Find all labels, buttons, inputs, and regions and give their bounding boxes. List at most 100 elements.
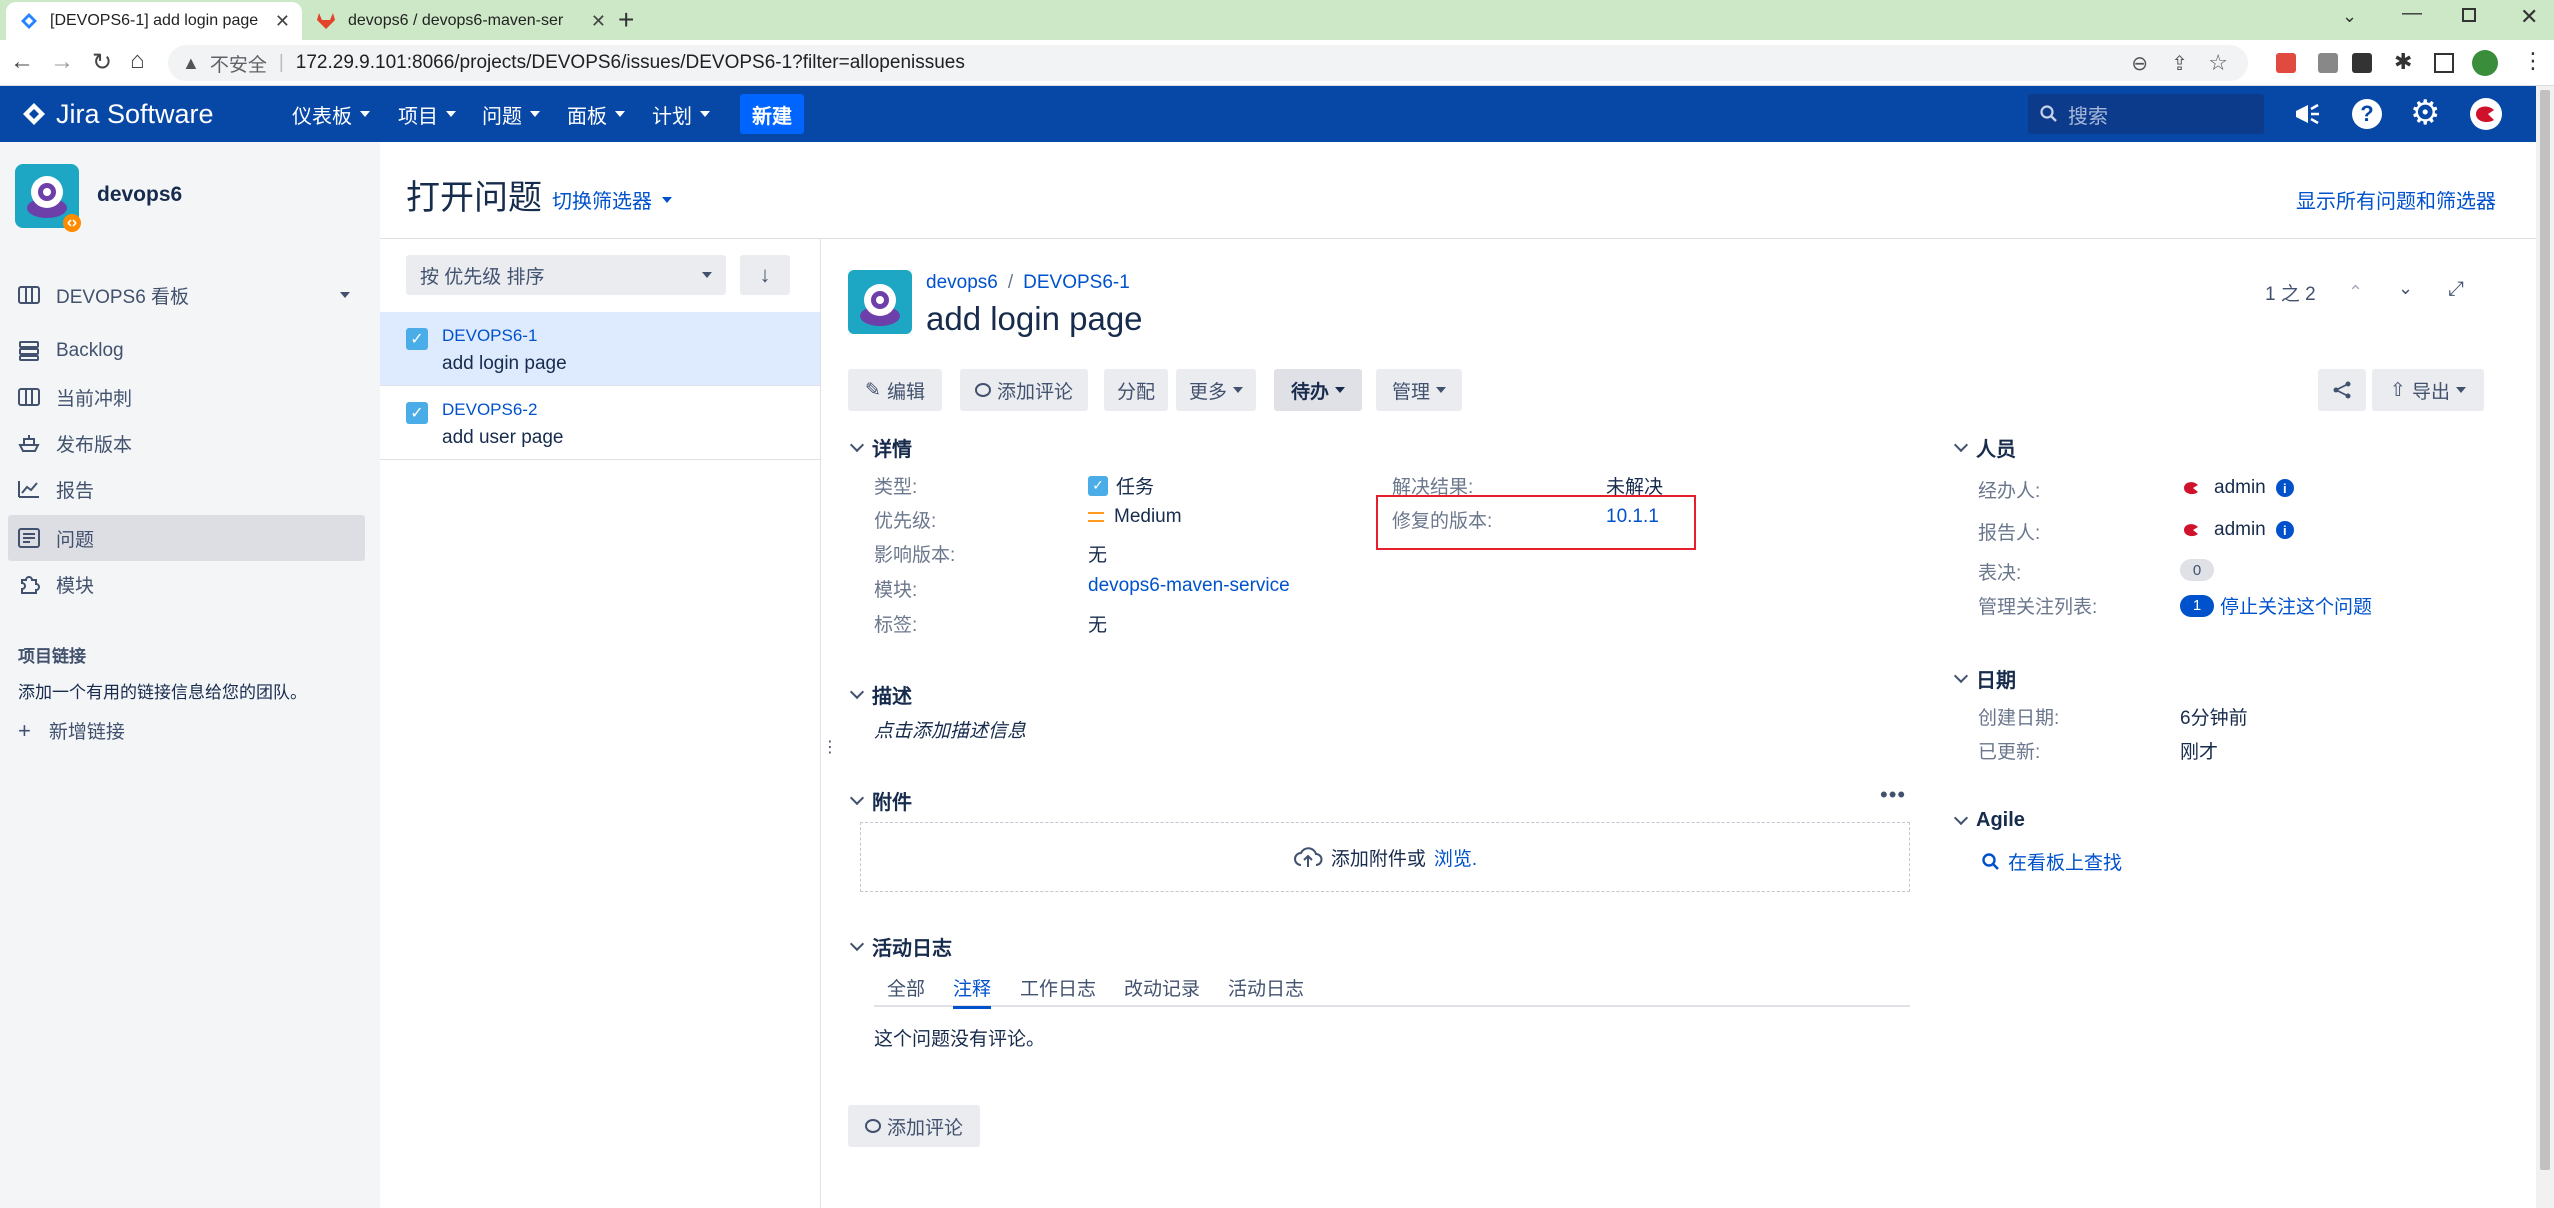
breadcrumb-issue-key[interactable]: DEVOPS6-1	[1023, 272, 1130, 294]
search-input[interactable]: 搜索	[2028, 94, 2264, 134]
browse-link[interactable]: 浏览.	[1434, 844, 1477, 871]
page-scrollbar[interactable]	[2536, 86, 2554, 1208]
priority-value[interactable]: Medium	[1088, 506, 1182, 528]
home-icon[interactable]: ⌂	[130, 47, 145, 75]
labels-value[interactable]: 无	[1088, 610, 1107, 637]
forward-icon[interactable]: →	[50, 48, 74, 76]
prev-issue-icon[interactable]: ⌃	[2348, 282, 2363, 303]
votes-badge[interactable]: 0	[2180, 559, 2214, 581]
notifications-icon[interactable]	[2292, 99, 2322, 129]
extension-icon[interactable]	[2276, 53, 2296, 73]
bookmark-star-icon[interactable]: ☆	[2208, 50, 2228, 76]
reload-icon[interactable]: ↻	[92, 48, 112, 77]
nav-dashboards[interactable]: 仪表板	[292, 86, 370, 142]
project-name[interactable]: devops6	[97, 183, 182, 207]
close-window-icon[interactable]: ✕	[2520, 4, 2538, 30]
extension-icon[interactable]	[2352, 53, 2372, 73]
tab-history[interactable]: 改动记录	[1124, 974, 1200, 1001]
agile-section-header[interactable]: Agile	[1953, 809, 2025, 832]
sidebar-item-board[interactable]: DEVOPS6 看板	[18, 272, 364, 318]
tab-comments[interactable]: 注释	[953, 974, 992, 1009]
assignee-value[interactable]: admin i	[2180, 476, 2294, 500]
chevron-down-icon[interactable]	[340, 292, 350, 298]
sidebar-item-components[interactable]: 模块	[18, 561, 364, 607]
switch-filter-dropdown[interactable]: 切换筛选器	[552, 185, 672, 214]
next-issue-icon[interactable]: ⌄	[2398, 278, 2413, 299]
nav-issues[interactable]: 问题	[482, 86, 540, 142]
new-tab-icon[interactable]: +	[618, 4, 634, 36]
puzzle-icon[interactable]: ✱	[2394, 49, 2412, 75]
restore-icon[interactable]	[2462, 8, 2476, 22]
attachment-dropzone[interactable]: 添加附件或 浏览.	[860, 822, 1910, 892]
attachments-section-header[interactable]: 附件	[849, 786, 912, 815]
activity-section-header[interactable]: 活动日志	[849, 932, 952, 961]
sort-order-button[interactable]: ↓	[740, 255, 790, 295]
project-avatar[interactable]	[15, 164, 83, 232]
list-detail-splitter[interactable]	[820, 238, 821, 1208]
extension-icon[interactable]	[2318, 53, 2338, 73]
nav-projects[interactable]: 项目	[398, 86, 456, 142]
assign-button[interactable]: 分配	[1104, 369, 1168, 411]
close-tab-icon[interactable]: ✕	[275, 11, 290, 32]
resize-handle-icon[interactable]: ⋮	[822, 740, 838, 756]
share-icon[interactable]: ⇪	[2171, 51, 2188, 76]
sidebar-item-reports[interactable]: 报告	[18, 466, 364, 512]
zoom-icon[interactable]: ⊖	[2131, 51, 2148, 76]
close-tab-icon[interactable]: ✕	[591, 11, 606, 32]
nav-plans[interactable]: 计划	[652, 86, 710, 142]
watchers-value[interactable]: 1 停止关注这个问题	[2180, 592, 2372, 619]
more-button[interactable]: 更多	[1176, 369, 1256, 411]
info-icon[interactable]: i	[2275, 479, 2294, 497]
tab-all[interactable]: 全部	[887, 974, 925, 1001]
user-avatar-icon[interactable]	[2470, 98, 2502, 130]
edit-button[interactable]: ✎ 编辑	[848, 369, 942, 411]
url-box[interactable]: ▲ 不安全 | 172.29.9.101:8066/projects/DEVOP…	[168, 45, 2248, 81]
jira-logo[interactable]: Jira Software	[22, 86, 214, 142]
issue-list-row[interactable]: ✓ DEVOPS6-2 add user page	[380, 386, 820, 460]
issue-list-row-selected[interactable]: ✓ DEVOPS6-1 add login page	[380, 312, 820, 386]
people-section-header[interactable]: 人员	[1953, 433, 2016, 462]
component-value[interactable]: devops6-maven-service	[1088, 575, 1290, 597]
affects-version-value[interactable]: 无	[1088, 540, 1107, 567]
sidebar-item-releases[interactable]: 发布版本	[18, 420, 364, 466]
info-icon[interactable]: i	[2275, 521, 2294, 539]
sidebar-item-active-sprint[interactable]: 当前冲刺	[18, 374, 364, 420]
sort-dropdown[interactable]: 按 优先级 排序	[406, 255, 726, 295]
expand-icon[interactable]: ⤢	[2448, 278, 2464, 301]
browser-tab-active[interactable]: [DEVOPS6-1] add login page - ✕	[6, 2, 302, 40]
browser-tab[interactable]: devops6 / devops6-maven-ser ✕	[316, 2, 616, 40]
description-placeholder[interactable]: 点击添加描述信息	[874, 716, 1026, 743]
description-section-header[interactable]: 描述	[849, 680, 912, 709]
export-button[interactable]: ⇧ 导出	[2372, 369, 2484, 411]
back-icon[interactable]: ←	[10, 48, 34, 76]
sidebar-item-issues[interactable]: 问题	[8, 515, 365, 561]
sidebar-item-backlog[interactable]: Backlog	[18, 328, 364, 374]
dates-section-header[interactable]: 日期	[1953, 664, 2016, 693]
create-button[interactable]: 新建	[740, 94, 804, 134]
details-section-header[interactable]: 详情	[849, 433, 912, 462]
attachments-more-icon[interactable]: •••	[1880, 782, 1906, 808]
breadcrumb-project[interactable]: devops6	[926, 272, 998, 294]
reporter-value[interactable]: admin i	[2180, 518, 2294, 542]
view-on-board-link[interactable]: 在看板上查找	[1982, 848, 2122, 875]
issue-summary-title[interactable]: add login page	[926, 300, 1143, 338]
tab-search-icon[interactable]: ⌄	[2342, 6, 2357, 27]
tab-worklog[interactable]: 工作日志	[1020, 974, 1096, 1001]
help-icon[interactable]: ?	[2352, 99, 2382, 129]
settings-gear-icon[interactable]: ⚙	[2410, 96, 2440, 130]
sidebar-panel-icon[interactable]	[2434, 53, 2454, 73]
menu-icon[interactable]: ⋮	[2522, 48, 2544, 74]
add-comment-button[interactable]: 添加评论	[960, 369, 1088, 411]
status-button[interactable]: 待办	[1274, 369, 1362, 411]
show-all-link[interactable]: 显示所有问题和筛选器	[2296, 185, 2496, 214]
add-comment-bottom-button[interactable]: 添加评论	[848, 1105, 980, 1147]
minimize-icon[interactable]: —	[2402, 2, 2422, 25]
fix-version-value[interactable]: 10.1.1	[1606, 506, 1659, 528]
share-button[interactable]	[2318, 369, 2366, 411]
tab-activity[interactable]: 活动日志	[1228, 974, 1304, 1001]
profile-avatar-icon[interactable]	[2472, 50, 2498, 76]
add-link-button[interactable]: + 新增链接	[18, 717, 125, 744]
scrollbar-thumb[interactable]	[2540, 90, 2550, 1170]
stop-watching-link[interactable]: 停止关注这个问题	[2220, 592, 2372, 619]
admin-button[interactable]: 管理	[1376, 369, 1462, 411]
